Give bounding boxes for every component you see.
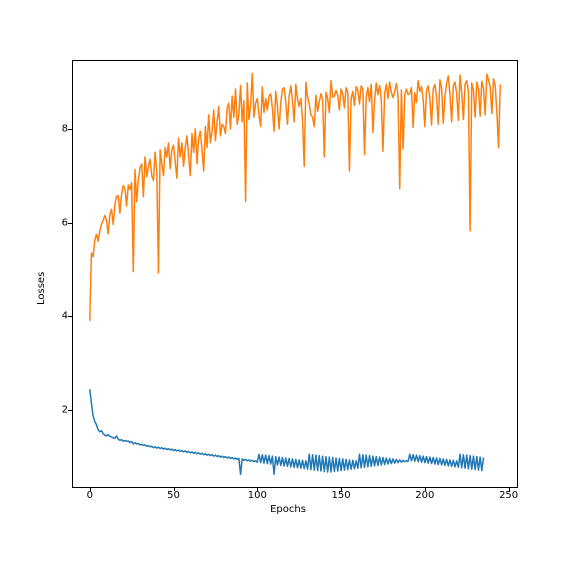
x-tick-mark <box>257 487 258 491</box>
plot-area <box>72 60 518 488</box>
x-tick-label: 50 <box>167 490 180 501</box>
x-tick-mark <box>174 487 175 491</box>
x-tick-label: 100 <box>248 490 267 501</box>
series-line-a <box>90 389 484 474</box>
x-tick-label: 250 <box>499 490 518 501</box>
x-tick-mark <box>425 487 426 491</box>
x-tick-label: 0 <box>87 490 93 501</box>
y-tick-mark <box>68 129 72 130</box>
y-tick-mark <box>68 223 72 224</box>
y-axis-label: Losses <box>36 0 47 576</box>
series-line-b <box>90 74 501 321</box>
plot-svg <box>73 61 517 487</box>
x-axis-label: Epochs <box>0 504 576 515</box>
x-tick-mark <box>509 487 510 491</box>
y-tick-mark <box>68 410 72 411</box>
y-tick-label: 8 <box>54 123 68 134</box>
y-tick-label: 6 <box>54 217 68 228</box>
x-tick-mark <box>90 487 91 491</box>
y-tick-label: 2 <box>54 404 68 415</box>
x-tick-mark <box>341 487 342 491</box>
y-tick-label: 4 <box>54 311 68 322</box>
x-tick-label: 150 <box>332 490 351 501</box>
chart-figure: 0 50 100 150 200 250 2 4 6 8 Epochs Losses <box>0 0 576 576</box>
y-tick-mark <box>68 316 72 317</box>
x-tick-label: 200 <box>415 490 434 501</box>
